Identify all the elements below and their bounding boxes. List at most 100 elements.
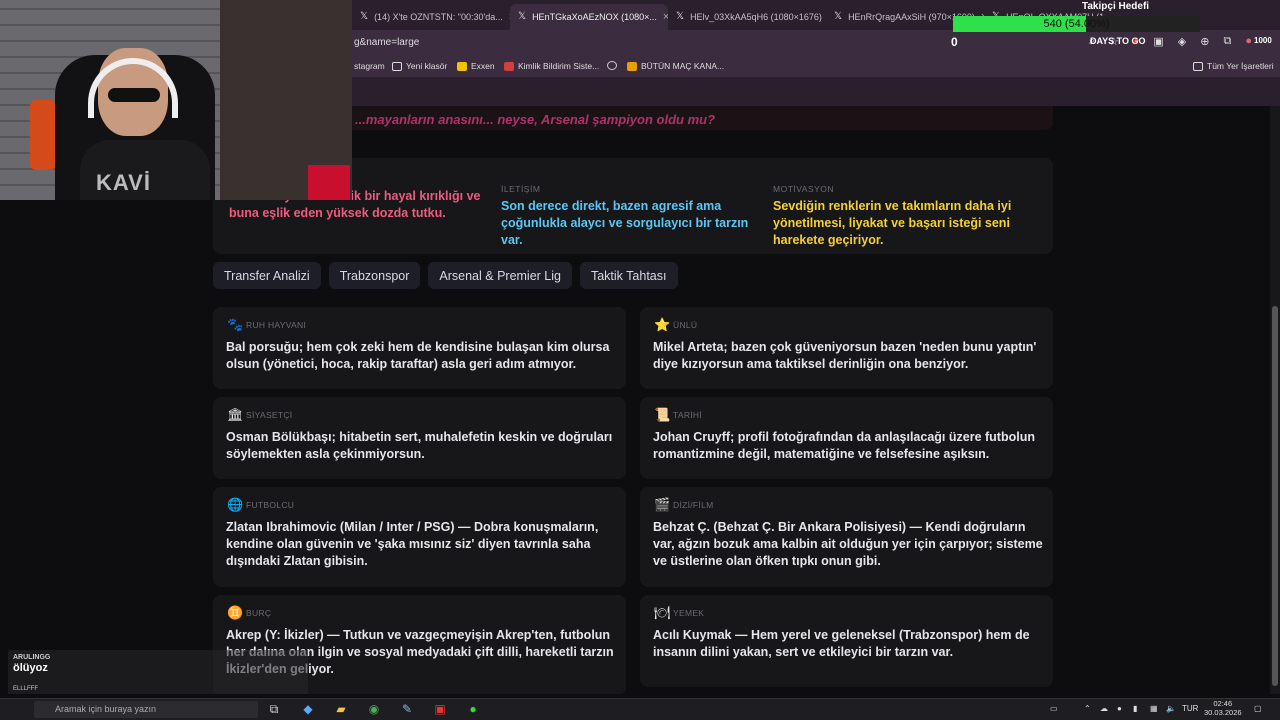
card-header: 🐾 RUH HAYVANI bbox=[227, 317, 306, 332]
extension-icon[interactable]: ▣ bbox=[1153, 35, 1163, 48]
jp-icon bbox=[627, 61, 637, 71]
hoodie-text: KAVİ bbox=[96, 170, 151, 195]
card-tarihi: 📜 TARİHİ Johan Cruyff; profil fotoğrafınd… bbox=[640, 397, 1053, 479]
card-header: 🏛 SİYASETÇİ bbox=[227, 407, 292, 422]
card-ruh-hayvani: 🐾 RUH HAYVANI Bal porsuğu; hem çok zeki h… bbox=[213, 307, 626, 389]
browser-tab[interactable]: 𝕏 (14) X'te OZNTSTN: "00:30'da... × bbox=[352, 4, 510, 30]
bookmark-folder[interactable]: Yeni klasör bbox=[392, 61, 447, 71]
bookmark-mac-kanallari[interactable]: BÜTÜN MAÇ KANA... bbox=[627, 61, 724, 71]
x-logo-icon: 𝕏 bbox=[676, 11, 685, 22]
card-text: Bal porsuğu; hem çok zeki hem de kendisi… bbox=[226, 340, 610, 371]
taskbar-search-placeholder: Aramak için buraya yazın bbox=[55, 704, 157, 714]
tray-icon[interactable]: ▮ bbox=[1133, 704, 1137, 713]
tab-transfer-analizi[interactable]: Transfer Analizi bbox=[213, 262, 321, 289]
tab-title: HEnTGkaXoAEzNOX (1080×... bbox=[532, 12, 657, 22]
extension-icon[interactable]: ◈ bbox=[1178, 35, 1186, 48]
card-text: Johan Cruyff; profil fotoğrafından da an… bbox=[653, 430, 1035, 461]
tab-arsenal-premier-lig[interactable]: Arsenal & Premier Lig bbox=[428, 262, 572, 289]
webcam-overlay: KAVİ bbox=[0, 0, 352, 200]
bookmark-instagram[interactable]: stagram bbox=[354, 61, 385, 71]
star-icon: ⭐ bbox=[654, 317, 671, 332]
exxen-icon bbox=[457, 61, 467, 71]
days-to-go-text: DAYS TO GO bbox=[1090, 36, 1146, 46]
task-view-icon[interactable]: ⧉ bbox=[266, 701, 282, 717]
communication-text: Son derece direkt, bazen agresif ama çoğ… bbox=[501, 199, 749, 247]
motivation-column: MOTİVASYON Sevdiğin renklerin ve takımla… bbox=[773, 184, 1041, 249]
card-header: ♊ BURÇ bbox=[227, 605, 271, 620]
goal-target-number: 1000 bbox=[1254, 36, 1272, 45]
card-text: Zlatan Ibrahimovic (Milan / Inter / PSG)… bbox=[226, 520, 599, 568]
bookmark-label: stagram bbox=[354, 61, 385, 71]
bookmark-exxen[interactable]: Exxen bbox=[457, 61, 495, 71]
card-label: DİZİ/FİLM bbox=[673, 499, 714, 510]
bookmark-label: Kimlik Bildirim Siste... bbox=[518, 61, 600, 71]
app-icon[interactable]: ✎ bbox=[399, 701, 415, 717]
turkish-flag bbox=[308, 165, 350, 200]
chat-message: ölüyoz bbox=[13, 662, 48, 674]
tray-icon[interactable]: ☁ bbox=[1100, 704, 1108, 713]
scrollbar-thumb[interactable] bbox=[1272, 306, 1278, 686]
bookmark-globe[interactable] bbox=[607, 61, 617, 70]
app-icon[interactable]: ◆ bbox=[300, 701, 316, 717]
card-label: SİYASETÇİ bbox=[246, 409, 293, 420]
screen: 𝕏 (14) X'te OZNTSTN: "00:30'da... × 𝕏 HE… bbox=[0, 0, 1280, 720]
extension-icon[interactable]: ⊕ bbox=[1200, 35, 1209, 48]
topic-tabs: Transfer Analizi Trabzonspor Arsenal & P… bbox=[213, 262, 678, 289]
card-label: YEMEK bbox=[673, 607, 705, 618]
chrome-icon[interactable]: ◉ bbox=[366, 701, 382, 717]
file-explorer-icon[interactable]: ▰ bbox=[333, 701, 349, 717]
card-yemek: 🍽 YEMEK Acılı Kuymak — Hem yerel ve gelen… bbox=[640, 595, 1053, 687]
chat-overlay bbox=[8, 650, 308, 694]
tab-taktik-tahtasi[interactable]: Taktik Tahtası bbox=[579, 262, 678, 289]
folder-icon bbox=[1193, 61, 1203, 71]
page-scrollbar[interactable] bbox=[1270, 106, 1280, 694]
browser-tab-active[interactable]: 𝕏 HEnTGkaXoAEzNOX (1080×... × bbox=[510, 4, 668, 30]
clapperboard-icon: 🎬 bbox=[654, 497, 671, 512]
card-header: 🎬 DİZİ/FİLM bbox=[654, 497, 713, 512]
card-label: BURÇ bbox=[246, 607, 272, 618]
puzzle-icon[interactable]: ⧉ bbox=[1223, 35, 1231, 48]
communication-column: İLETİŞİM Son derece direkt, bazen agresi… bbox=[501, 184, 761, 249]
system-clock[interactable]: 02:46 30.03.2026 bbox=[1204, 699, 1242, 717]
network-icon[interactable]: ▦ bbox=[1150, 704, 1158, 713]
bookmark-label: Tüm Yer İşaretleri bbox=[1207, 61, 1274, 71]
card-header: ⭐ ÜNLÜ bbox=[654, 317, 697, 332]
follower-goal-bar: 540 (54.00%) bbox=[953, 16, 1200, 32]
feather-icon bbox=[504, 61, 514, 71]
communication-label: İLETİŞİM bbox=[501, 184, 541, 194]
card-text: Acılı Kuymak — Hem yerel ve geleneksel (… bbox=[653, 628, 1030, 659]
card-label: FUTBOLCU bbox=[246, 499, 295, 510]
tray-icon[interactable]: ▭ bbox=[1050, 704, 1058, 713]
app-icon[interactable]: ▣ bbox=[432, 701, 448, 717]
microphone bbox=[30, 100, 56, 170]
card-siyasetci: 🏛 SİYASETÇİ Osman Bölükbaşı; hitabetin se… bbox=[213, 397, 626, 479]
globe-icon: 🌐 bbox=[227, 497, 244, 512]
profile-avatar[interactable]: ● bbox=[1245, 35, 1252, 48]
card-unlu: ⭐ ÜNLÜ Mikel Arteta; bazen çok güveniyors… bbox=[640, 307, 1053, 389]
card-text: Mikel Arteta; bazen çok güveniyorsun baz… bbox=[653, 340, 1037, 371]
clock-time: 02:46 bbox=[1213, 699, 1233, 708]
url-field[interactable]: g&name=large bbox=[354, 37, 419, 48]
chevron-up-icon[interactable]: ⌃ bbox=[1084, 704, 1091, 713]
browser-tab[interactable]: 𝕏 HElv_03XkAA5qH6 (1080×1676) × bbox=[668, 4, 826, 30]
app-icon[interactable]: ● bbox=[465, 701, 481, 717]
volume-icon[interactable]: 🔈 bbox=[1166, 704, 1176, 713]
paw-icon: 🐾 bbox=[227, 317, 244, 332]
all-bookmarks[interactable]: Tüm Yer İşaretleri bbox=[1193, 61, 1274, 71]
language-indicator[interactable]: TUR bbox=[1182, 704, 1198, 713]
card-dizi-film: 🎬 DİZİ/FİLM Behzat Ç. (Behzat Ç. Bir Anka… bbox=[640, 487, 1053, 587]
tab-title: (14) X'te OZNTSTN: "00:30'da... bbox=[374, 12, 503, 22]
bookmark-kimlik[interactable]: Kimlik Bildirim Siste... bbox=[504, 61, 599, 71]
x-logo-icon: 𝕏 bbox=[834, 11, 843, 22]
card-text: Osman Bölükbaşı; hitabetin sert, muhalef… bbox=[226, 430, 613, 461]
card-label: TARİHİ bbox=[673, 409, 703, 420]
globe-icon bbox=[607, 61, 617, 70]
follower-goal-text: 540 (54.00%) bbox=[1043, 18, 1110, 30]
goal-counter: 0 bbox=[951, 35, 958, 49]
bookmark-label: Exxen bbox=[471, 61, 495, 71]
card-header: 📜 TARİHİ bbox=[654, 407, 702, 422]
tray-icon[interactable]: ● bbox=[1117, 704, 1122, 713]
bookmark-label: Yeni klasör bbox=[406, 61, 448, 71]
notification-icon[interactable]: ▢ bbox=[1254, 704, 1262, 713]
tab-trabzonspor[interactable]: Trabzonspor bbox=[328, 262, 421, 289]
